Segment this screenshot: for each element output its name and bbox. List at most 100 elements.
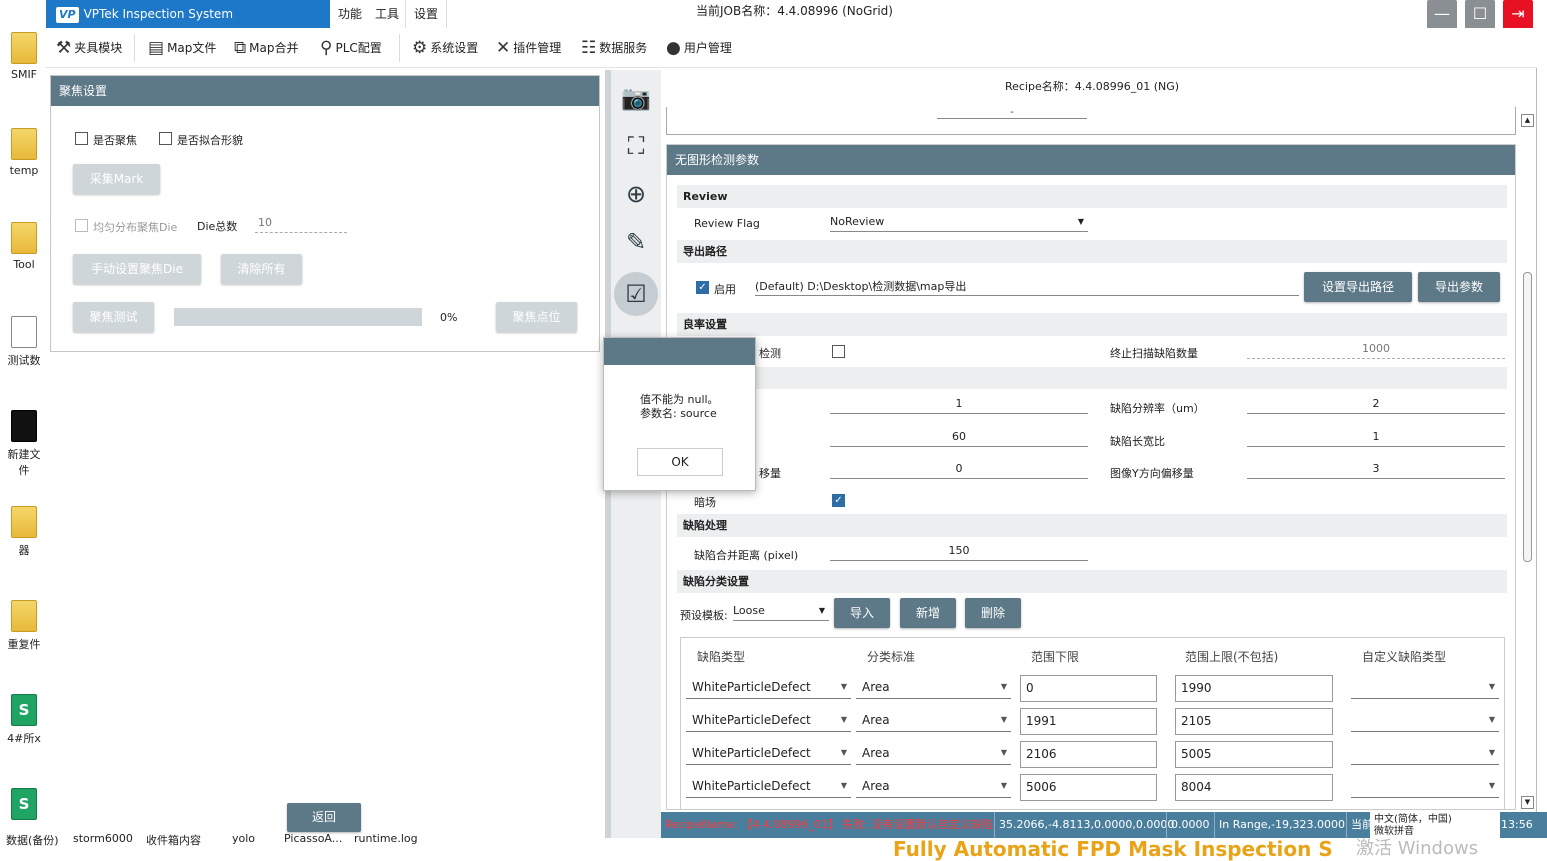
defect-resolution-input[interactable]: 2 [1247,396,1505,414]
desktop-icon-duplicate[interactable]: 重复件 [6,600,42,652]
defect-type-select[interactable]: WhiteParticleDefect ▼ [686,741,851,765]
upper-input[interactable]: 5005 [1175,741,1333,768]
custom-type-select[interactable]: ▼ [1351,708,1499,732]
lower-input[interactable]: 5006 [1020,774,1157,801]
params-title: 无图形检测参数 [667,145,1515,175]
desktop-icon-smif[interactable]: SMIF [6,32,42,81]
preset-select[interactable]: Loose ▼ [733,603,829,621]
wrench-icon: ⚒ [56,38,72,58]
camera-icon[interactable]: 📷 [620,82,652,114]
taskbar-item[interactable]: PicassoA... [284,832,342,845]
toolbar-data-service[interactable]: ☷ 数据服务 [581,36,647,60]
scroll-thumb[interactable] [1523,272,1532,562]
toolbar-map-merge[interactable]: ⧉ Map合并 [234,36,298,60]
menu-tools[interactable]: 工具 [367,0,407,28]
taskbar-item[interactable]: yolo [232,832,255,845]
upper-input[interactable]: 1990 [1175,675,1333,702]
export-path-field[interactable]: (Default) D:\Desktop\检测数据\map导出 [755,278,1299,296]
taskbar-item[interactable]: runtime.log [354,832,418,845]
collect-mark-button[interactable]: 采集Mark [73,164,160,194]
plc-icon: ⚲ [320,38,333,58]
toolbar-user-manage[interactable]: ● 用户管理 [666,36,732,60]
add-button[interactable]: 新增 [900,598,956,628]
exit-button[interactable]: ⇥ [1503,0,1533,29]
ime-indicator[interactable]: 中文(简体，中国) 微软拼音 [1370,812,1500,838]
darkfield-checkbox[interactable]: ✓ [832,494,845,507]
desktop-icon-temp[interactable]: temp [6,128,42,177]
import-button[interactable]: 导入 [834,598,890,628]
clear-all-button[interactable]: 清除所有 [221,254,302,284]
toolbar-map-file[interactable]: ▤ Map文件 [148,36,216,60]
manual-die-button[interactable]: 手动设置聚焦Die [73,254,201,284]
maximize-button[interactable]: ☐ [1465,0,1495,29]
custom-type-select[interactable]: ▼ [1351,774,1499,798]
merge-distance-input[interactable]: 150 [830,543,1088,561]
back-button[interactable]: 返回 [287,803,361,832]
params-scrollbar[interactable]: ▲ ▼ [1520,112,1536,812]
image-icon[interactable]: ⛶ [620,130,652,162]
chevron-down-icon: ▼ [1000,781,1007,790]
enable-export-checkbox[interactable]: ✓ [696,281,709,294]
aspect-ratio-input[interactable]: 1 [1247,429,1505,447]
focus-checkbox[interactable] [75,132,88,145]
taskbar-item[interactable]: storm6000 [73,832,133,845]
focus-point-button[interactable]: 聚焦点位 [496,302,577,332]
uniform-die-checkbox[interactable] [75,219,88,232]
custom-type-select[interactable]: ▼ [1351,741,1499,765]
defect-type-select[interactable]: WhiteParticleDefect ▼ [686,675,851,699]
focus-test-button[interactable]: 聚焦测试 [73,302,154,332]
standard-select[interactable]: Area ▼ [856,774,1011,798]
row2-left-input[interactable]: 60 [830,429,1088,447]
stop-scan-input[interactable]: 1000 [1247,341,1505,359]
desktop-icon-device[interactable]: 器 [6,506,42,558]
taskbar-item[interactable]: 数据(备份) [6,832,59,848]
desktop-icon-sheet[interactable]: S 4#所x [6,694,42,746]
lower-input[interactable]: 0 [1020,675,1157,702]
upper-input[interactable]: 2105 [1175,708,1333,735]
ruler-icon[interactable]: ✎ [620,226,652,258]
toolbar-separator [134,34,135,62]
globe-list-icon[interactable]: ⊕ [620,178,652,210]
upper-input[interactable]: 8004 [1175,774,1333,801]
standard-select[interactable]: Area ▼ [856,708,1011,732]
die-total-input[interactable]: 10 [255,215,347,233]
chevron-down-icon: ▼ [1000,682,1007,691]
menu-settings[interactable]: 设置 [405,0,448,28]
desktop-icon-tool[interactable]: Tool [6,222,42,271]
set-export-path-button[interactable]: 设置导出路径 [1304,272,1412,302]
status-coords: 35.2066,-4.8113,0.0000,0.0000 [994,812,1174,838]
menu-function[interactable]: 功能 [330,0,370,28]
desktop-icon-test[interactable]: 测试数 [6,316,42,368]
toolbar-plc-config[interactable]: ⚲ PLC配置 [320,36,382,60]
standard-select[interactable]: Area ▼ [856,741,1011,765]
check-checkbox[interactable] [832,345,845,358]
offset-x-input[interactable]: 0 [830,461,1088,479]
fit-shape-checkbox[interactable] [159,132,172,145]
minimize-button[interactable]: — [1427,0,1457,29]
delete-button[interactable]: 删除 [965,598,1021,628]
dialog-ok-button[interactable]: OK [637,448,723,476]
lower-input[interactable]: 1991 [1020,708,1157,735]
row1-left-input[interactable]: 1 [830,396,1088,414]
lower-input[interactable]: 2106 [1020,741,1157,768]
col-standard: 分类标准 [867,650,916,664]
review-flag-select[interactable]: NoReview ▼ [830,214,1088,232]
offset-y-input[interactable]: 3 [1247,461,1505,479]
defect-type-select[interactable]: WhiteParticleDefect ▼ [686,774,851,798]
toolbar-plugin-manage[interactable]: ✕ 插件管理 [496,36,561,60]
taskbar-item[interactable]: 收件箱内容 [146,832,201,848]
custom-type-select[interactable]: ▼ [1351,675,1499,699]
scroll-down-icon[interactable]: ▼ [1521,796,1534,809]
desktop-icon-new-file[interactable]: 新建文件 [6,410,42,478]
col-upper: 范围上限(不包括) [1185,650,1279,664]
document-icon [11,316,37,348]
checklist-icon[interactable]: ☑ [614,272,658,316]
standard-select[interactable]: Area ▼ [856,675,1011,699]
scroll-up-icon[interactable]: ▲ [1521,114,1534,127]
toolbar-fixture-module[interactable]: ⚒ 夹具模块 [56,36,122,60]
defect-type-select[interactable]: WhiteParticleDefect ▼ [686,708,851,732]
desktop-icon-sheet-2[interactable]: S [6,788,42,824]
recipe-top-value: - [937,105,1087,119]
toolbar-system-settings[interactable]: ⚙ 系统设置 [412,36,478,60]
export-params-button[interactable]: 导出参数 [1418,272,1500,302]
